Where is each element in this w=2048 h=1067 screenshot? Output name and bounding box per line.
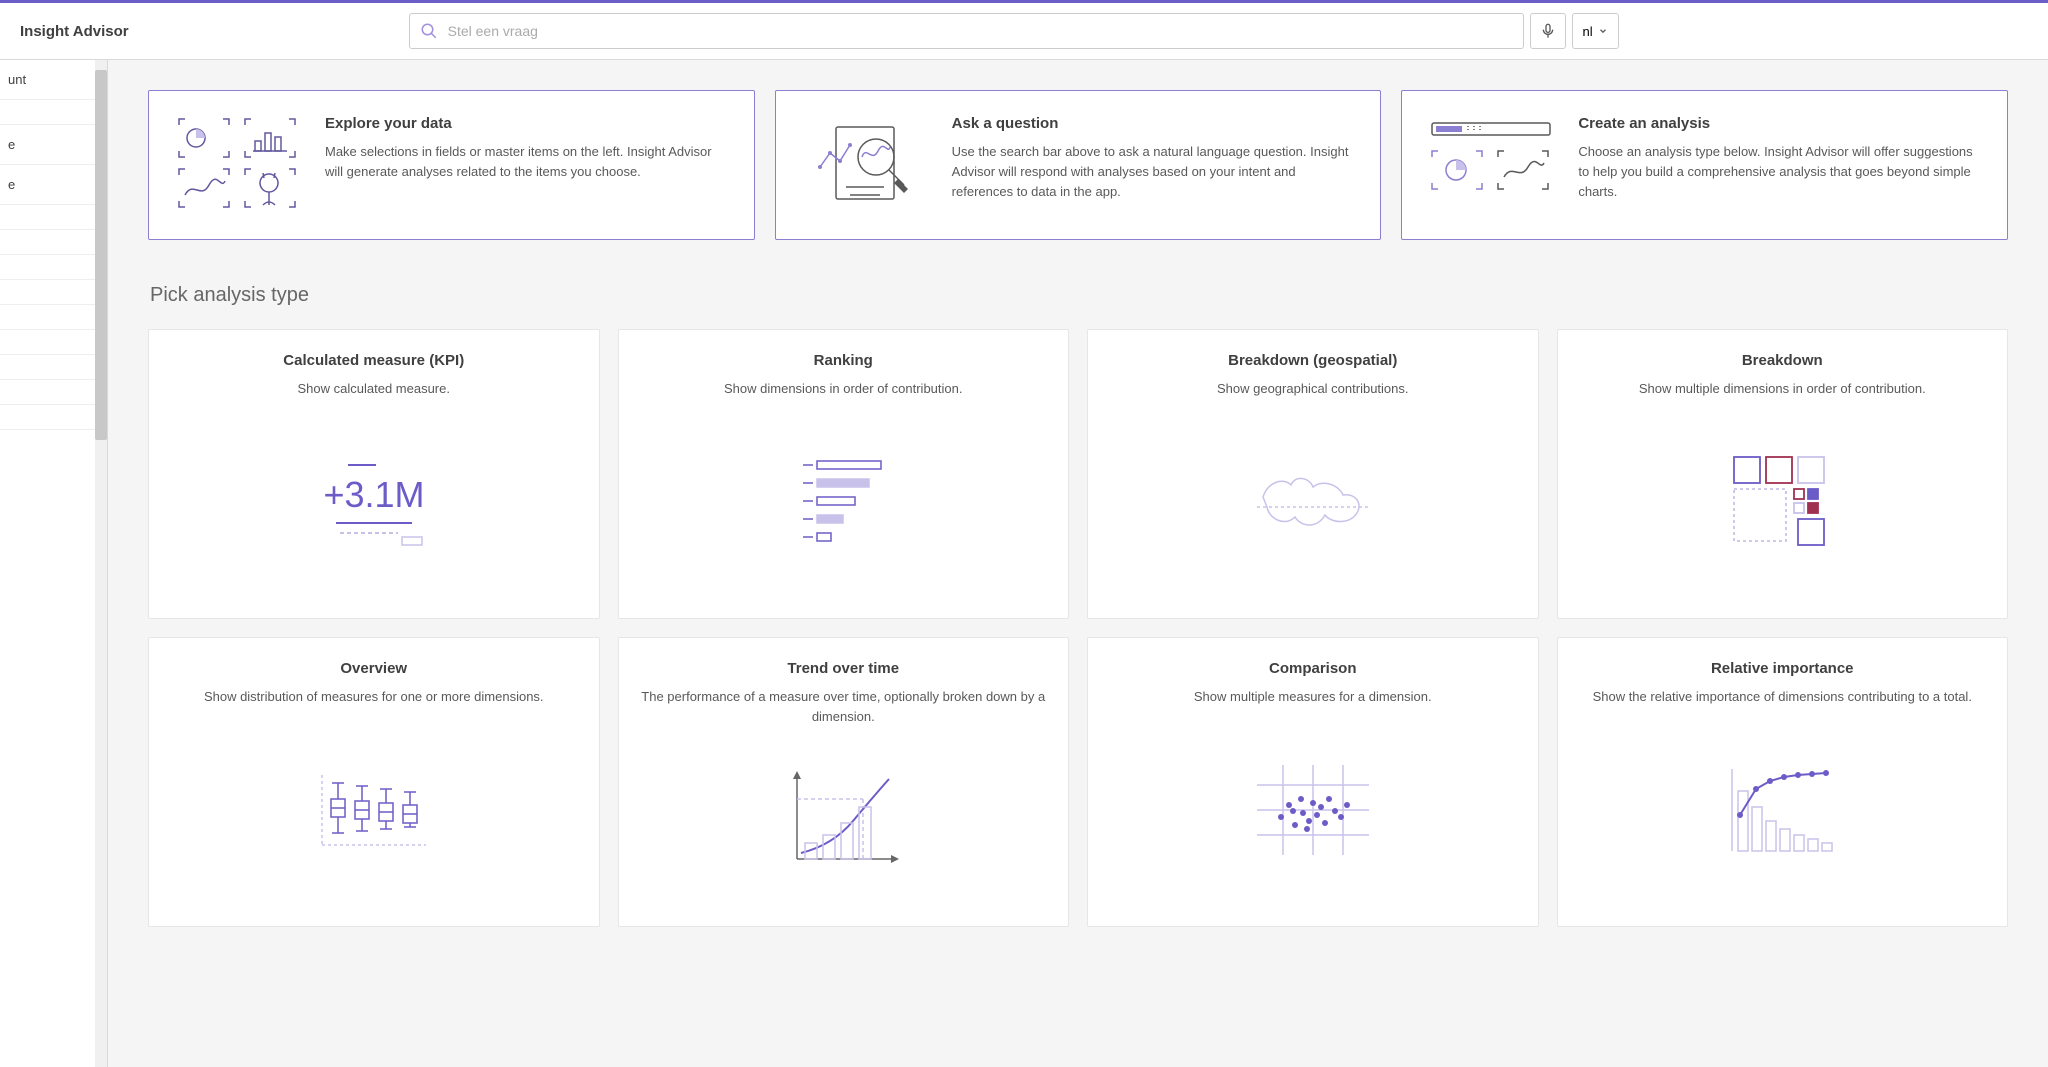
tile-art [1576, 721, 1990, 901]
tile-title: Calculated measure (KPI) [283, 352, 464, 369]
hero-row: Explore your data Make selections in fie… [148, 90, 2008, 240]
tile-title: Breakdown (geospatial) [1228, 352, 1397, 369]
tile-desc: Show the relative importance of dimensio… [1593, 687, 1972, 707]
card-explore-data[interactable]: Explore your data Make selections in fie… [148, 90, 755, 240]
search-area: nl [409, 13, 1619, 49]
tile-art [1576, 413, 1990, 593]
svg-text:+3.1M: +3.1M [323, 474, 424, 515]
analysis-tile-boxplot[interactable]: Overview Show distribution of measures fo… [148, 637, 600, 927]
sidebar-item[interactable] [0, 305, 107, 330]
tile-desc: Show multiple dimensions in order of con… [1639, 379, 1926, 399]
tile-title: Overview [340, 660, 407, 677]
treemap-icon [1712, 447, 1852, 557]
tile-desc: Show geographical contributions. [1217, 379, 1409, 399]
analysis-tile-kpi[interactable]: Calculated measure (KPI) Show calculated … [148, 329, 600, 619]
create-icon [1426, 115, 1556, 215]
sidebar-item[interactable] [0, 230, 107, 255]
analysis-tile-geo[interactable]: Breakdown (geospatial) Show geographical … [1087, 329, 1539, 619]
analysis-type-grid: Calculated measure (KPI) Show calculated … [148, 329, 2008, 927]
search-box[interactable] [409, 13, 1524, 49]
tile-art [1106, 721, 1520, 901]
card-ask-question[interactable]: Ask a question Use the search bar above … [775, 90, 1382, 240]
tile-desc: Show dimensions in order of contribution… [724, 379, 962, 399]
tile-title: Breakdown [1742, 352, 1823, 369]
tile-art [637, 413, 1051, 593]
analysis-tile-pareto[interactable]: Relative importance Show the relative imp… [1557, 637, 2009, 927]
analysis-tile-treemap[interactable]: Breakdown Show multiple dimensions in ord… [1557, 329, 2009, 619]
trend-icon [773, 765, 913, 875]
chevron-down-icon [1598, 26, 1608, 36]
ask-title: Ask a question [952, 115, 1357, 132]
tile-art [1106, 413, 1520, 593]
tile-desc: Show calculated measure. [298, 379, 450, 399]
search-icon [420, 22, 438, 40]
tile-art: +3.1M [167, 413, 581, 593]
microphone-button[interactable] [1530, 13, 1566, 49]
tile-title: Trend over time [787, 660, 899, 677]
main-layout: unt ee [0, 60, 2048, 1067]
ask-desc: Use the search bar above to ask a natura… [952, 142, 1357, 202]
sidebar-item[interactable] [0, 205, 107, 230]
tile-desc: The performance of a measure over time, … [637, 687, 1051, 726]
boxplot-icon [304, 755, 444, 865]
tile-desc: Show distribution of measures for one or… [204, 687, 544, 707]
tile-art [167, 721, 581, 901]
header-bar: Insight Advisor nl [0, 3, 2048, 60]
language-label: nl [1583, 24, 1593, 39]
app-title: Insight Advisor [20, 23, 129, 40]
sidebar-item[interactable]: e [0, 165, 107, 205]
sidebar-item[interactable] [0, 330, 107, 355]
tile-title: Ranking [814, 352, 873, 369]
section-title: Pick analysis type [150, 284, 2008, 307]
explore-title: Explore your data [325, 115, 730, 132]
sidebar: unt ee [0, 60, 108, 1067]
sidebar-item[interactable] [0, 405, 107, 430]
analysis-tile-ranking[interactable]: Ranking Show dimensions in order of contr… [618, 329, 1070, 619]
microphone-icon [1540, 23, 1556, 39]
tile-title: Relative importance [1711, 660, 1854, 677]
create-title: Create an analysis [1578, 115, 1983, 132]
sidebar-item[interactable] [0, 100, 107, 125]
sidebar-item[interactable]: e [0, 125, 107, 165]
search-input[interactable] [438, 23, 1513, 39]
tile-art [637, 740, 1051, 900]
explore-icon [173, 115, 303, 215]
sidebar-item[interactable] [0, 255, 107, 280]
language-selector[interactable]: nl [1572, 13, 1619, 49]
card-create-analysis[interactable]: Create an analysis Choose an analysis ty… [1401, 90, 2008, 240]
main-content: Explore your data Make selections in fie… [108, 60, 2048, 1067]
tile-title: Comparison [1269, 660, 1357, 677]
sidebar-item[interactable]: unt [0, 60, 107, 100]
analysis-tile-trend[interactable]: Trend over time The performance of a meas… [618, 637, 1070, 927]
geo-icon [1243, 447, 1383, 557]
ranking-icon [773, 447, 913, 557]
sidebar-item[interactable] [0, 380, 107, 405]
analysis-tile-scatter[interactable]: Comparison Show multiple measures for a d… [1087, 637, 1539, 927]
scatter-icon [1243, 755, 1383, 865]
tile-desc: Show multiple measures for a dimension. [1194, 687, 1432, 707]
sidebar-item[interactable] [0, 355, 107, 380]
sidebar-item[interactable] [0, 280, 107, 305]
kpi-icon: +3.1M [304, 447, 444, 557]
pareto-icon [1712, 755, 1852, 865]
create-desc: Choose an analysis type below. Insight A… [1578, 142, 1983, 202]
explore-desc: Make selections in fields or master item… [325, 142, 730, 182]
ask-icon [800, 115, 930, 215]
sidebar-scrollbar-thumb[interactable] [95, 70, 107, 440]
